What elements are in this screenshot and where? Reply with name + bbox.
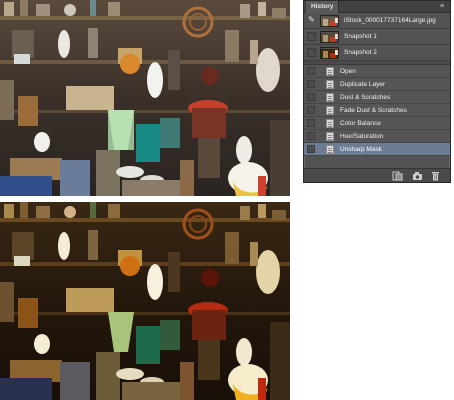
original-photo <box>0 0 290 196</box>
camera-icon <box>413 172 422 180</box>
history-state-row[interactable]: Hue/Saturation <box>304 130 450 143</box>
adjusted-photo <box>0 202 290 400</box>
history-state-icon <box>326 119 334 128</box>
tab-history[interactable]: History <box>306 1 340 13</box>
snapshot-label: Snapshot 1 <box>344 33 377 40</box>
history-state-icon <box>326 93 334 102</box>
snapshot-row[interactable]: Snapshot 2 <box>304 45 450 61</box>
history-state-row-active[interactable]: Unsharp Mask <box>304 143 450 156</box>
history-state-row[interactable]: Color Balance <box>304 117 450 130</box>
history-brush-source-checkbox[interactable] <box>307 32 316 41</box>
history-brush-source-checkbox[interactable] <box>307 48 316 57</box>
snapshot-label: Snapshot 2 <box>344 49 377 56</box>
history-state-label: Dust & Scratches <box>340 94 391 101</box>
history-state-label: Hue/Saturation <box>340 133 384 140</box>
history-state-icon <box>326 106 334 115</box>
snapshot-thumbnail <box>320 15 339 27</box>
history-state-label: Duplicate Layer <box>340 81 386 88</box>
panel-tab-bar: History ≡ <box>304 1 450 13</box>
history-state-icon <box>326 132 334 141</box>
original-photo-image <box>0 0 290 196</box>
history-brush-source-checkbox[interactable] <box>307 93 315 101</box>
history-state-row[interactable]: Duplicate Layer <box>304 78 450 91</box>
history-panel: History ≡ ✎ iStock_000017737164Large.jpg… <box>303 0 451 183</box>
history-state-icon <box>326 145 334 154</box>
history-state-label: Unsharp Mask <box>340 146 382 153</box>
snapshot-thumbnail <box>320 31 339 43</box>
history-brush-source-checkbox[interactable] <box>307 145 315 153</box>
history-brush-source-checkbox[interactable] <box>307 132 315 140</box>
history-state-icon <box>326 80 334 89</box>
history-state-icon <box>326 67 334 76</box>
adjusted-photo-image <box>0 202 290 400</box>
create-snapshot-button[interactable] <box>412 171 423 181</box>
new-document-from-state-button[interactable] <box>392 171 403 181</box>
history-brush-source-checkbox[interactable] <box>307 106 315 114</box>
history-state-row[interactable]: Fade Dust & Scratches <box>304 104 450 117</box>
history-state-row[interactable]: Open <box>304 65 450 78</box>
history-state-label: Color Balance <box>340 120 381 127</box>
snapshot-row[interactable]: Snapshot 1 <box>304 29 450 45</box>
delete-state-button[interactable] <box>430 171 441 181</box>
new-document-icon <box>392 171 403 181</box>
snapshot-thumbnail <box>320 47 339 59</box>
history-brush-source-checkbox[interactable] <box>307 80 315 88</box>
snapshot-row-source[interactable]: ✎ iStock_000017737164Large.jpg <box>304 13 450 29</box>
snapshot-label: iStock_000017737164Large.jpg <box>344 17 436 24</box>
history-state-label: Fade Dust & Scratches <box>340 107 407 114</box>
history-state-row[interactable]: Dust & Scratches <box>304 91 450 104</box>
trash-icon <box>432 172 439 181</box>
history-brush-source-checkbox[interactable] <box>307 119 315 127</box>
history-brush-source-checkbox[interactable] <box>307 67 315 75</box>
panel-footer <box>304 168 450 182</box>
history-state-label: Open <box>340 68 356 75</box>
panel-menu-icon[interactable]: ≡ <box>437 2 447 11</box>
history-brush-source-icon[interactable]: ✎ <box>308 14 315 26</box>
